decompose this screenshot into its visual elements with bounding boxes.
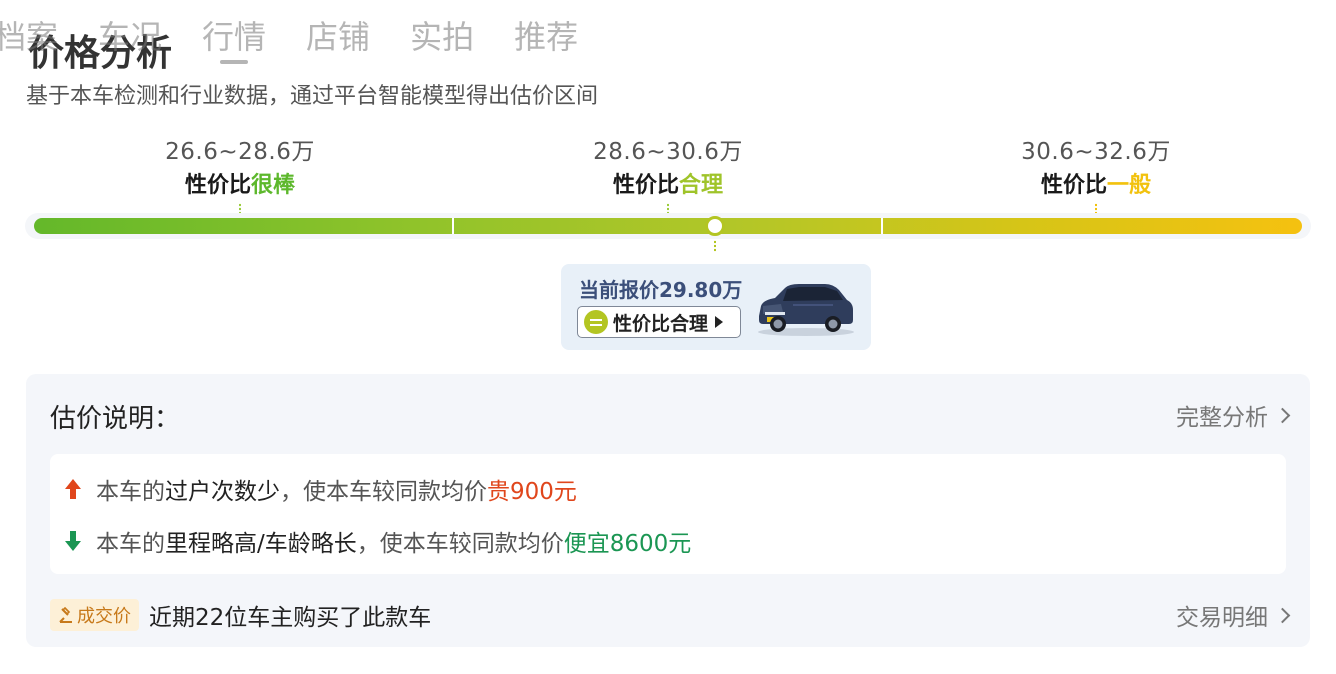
deal-price-badge-label: 成交价 bbox=[77, 606, 131, 627]
price-range-reasonable: 28.6~30.6万 性价比合理 bbox=[528, 132, 808, 213]
car-thumbnail-image bbox=[758, 284, 854, 336]
equal-icon bbox=[584, 310, 608, 334]
factor-item: 本车的 过户次数少 ，使本车较同款均价 贵900元 bbox=[64, 472, 577, 506]
transaction-details-link[interactable]: 交易明细 bbox=[1176, 598, 1291, 632]
factor-effect: 贵900元 bbox=[487, 479, 577, 505]
price-range-value: 28.6~30.6万 bbox=[593, 139, 743, 165]
factor-list: 本车的 过户次数少 ，使本车较同款均价 贵900元 本车的 里程略高/车龄略长 ，使本车较… bbox=[50, 454, 1286, 574]
price-gradient-bar bbox=[34, 218, 1302, 234]
price-range-value: 26.6~28.6万 bbox=[165, 139, 315, 165]
valuation-explanation-card: 估价说明： 完整分析 本车的 过户次数少 ，使本车较同款均价 贵900元 本车的 里程略… bbox=[26, 374, 1310, 647]
recent-deals-text: 近期22位车主购买了此款车 bbox=[149, 605, 432, 631]
chevron-right-icon bbox=[1274, 607, 1291, 623]
range-dots bbox=[239, 203, 241, 213]
price-range-value: 30.6~32.6万 bbox=[1021, 139, 1171, 165]
tab-market[interactable]: 行情 bbox=[182, 14, 286, 64]
tab-archive[interactable]: 档案 bbox=[0, 14, 78, 60]
factor-name: 过户次数少 bbox=[165, 479, 280, 505]
value-rating-label: 性价比合理 bbox=[613, 312, 709, 335]
current-price-popup: 当前报价29.80万 性价比合理 bbox=[561, 264, 871, 350]
factor-middle: ，使本车较同款均价 bbox=[280, 479, 487, 505]
current-price-text: 当前报价29.80万 bbox=[579, 278, 743, 302]
page-subtitle: 基于本车检测和行业数据，通过平台智能模型得出估价区间 bbox=[26, 84, 599, 109]
marker-dots bbox=[714, 240, 716, 252]
range-dots bbox=[667, 203, 669, 213]
factor-prefix: 本车的 bbox=[96, 479, 165, 505]
card-title: 估价说明： bbox=[50, 404, 181, 434]
bar-separator bbox=[881, 218, 883, 234]
tab-bar: 档案 车况 行情 店铺 实拍 推荐 bbox=[0, 14, 598, 64]
price-range-label: 性价比合理 bbox=[612, 173, 724, 198]
price-range-average: 30.6~32.6万 性价比一般 bbox=[956, 132, 1236, 213]
tab-recommend[interactable]: 推荐 bbox=[494, 14, 598, 60]
factor-middle: ，使本车较同款均价 bbox=[356, 531, 564, 557]
bar-separator bbox=[452, 218, 454, 234]
chevron-right-icon bbox=[1274, 407, 1291, 423]
value-rating-button[interactable]: 性价比合理 bbox=[577, 306, 741, 338]
arrow-down-icon bbox=[65, 531, 81, 551]
play-triangle-icon bbox=[715, 316, 724, 328]
full-analysis-label: 完整分析 bbox=[1176, 405, 1268, 431]
hammer-icon bbox=[59, 606, 72, 623]
tab-condition[interactable]: 车况 bbox=[78, 14, 182, 60]
factor-prefix: 本车的 bbox=[96, 531, 165, 557]
tab-photos[interactable]: 实拍 bbox=[390, 14, 494, 60]
deal-price-badge: 成交价 bbox=[50, 599, 139, 631]
transaction-details-label: 交易明细 bbox=[1176, 605, 1268, 631]
tab-store[interactable]: 店铺 bbox=[286, 14, 390, 60]
factor-item: 本车的 里程略高/车龄略长 ，使本车较同款均价 便宜8600元 bbox=[64, 524, 691, 558]
factor-name: 里程略高/车龄略长 bbox=[165, 531, 357, 557]
full-analysis-link[interactable]: 完整分析 bbox=[1176, 398, 1291, 432]
factor-effect: 便宜8600元 bbox=[563, 531, 692, 557]
price-range-great: 26.6~28.6万 性价比很棒 bbox=[100, 132, 380, 213]
range-dots bbox=[1095, 203, 1097, 213]
current-price-marker bbox=[705, 216, 725, 236]
arrow-up-icon bbox=[65, 479, 81, 499]
price-range-label: 性价比很棒 bbox=[184, 173, 296, 198]
recent-deals-row: 成交价 近期22位车主购买了此款车 bbox=[50, 598, 431, 632]
price-range-label: 性价比一般 bbox=[1040, 173, 1152, 198]
